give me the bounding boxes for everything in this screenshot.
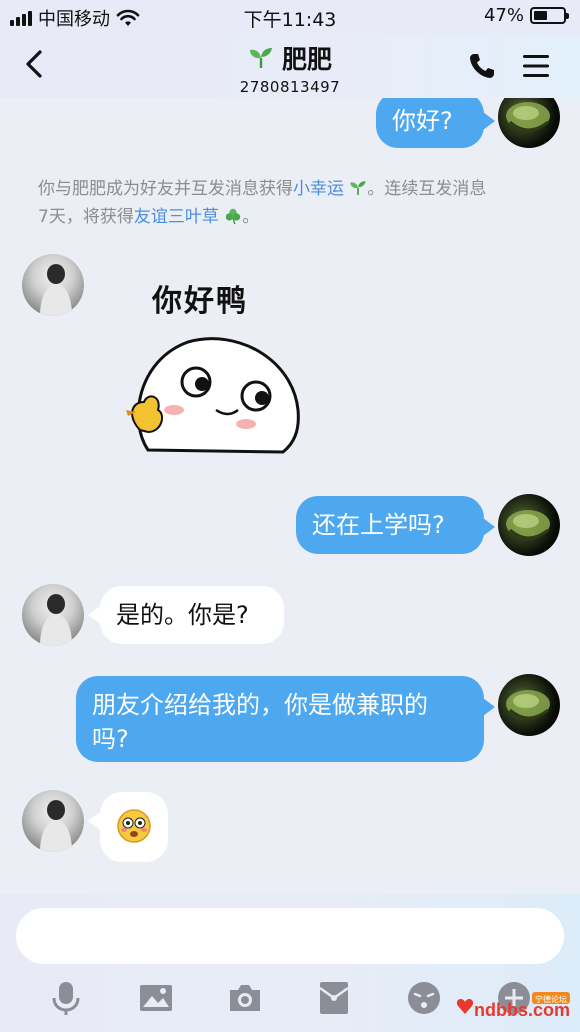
battery-icon — [530, 7, 569, 24]
watermark-badge: 宁德论坛 — [535, 994, 567, 1004]
contact-avatar[interactable] — [22, 790, 84, 852]
jellyfish-icon — [506, 690, 550, 720]
emoji-face-icon[interactable] — [406, 980, 442, 1016]
message-input[interactable] — [16, 908, 564, 964]
watermark-logo-icon: ndbbs.com 宁德论坛 — [456, 992, 570, 1020]
message-text: 还在上学吗? — [312, 511, 445, 539]
flushed-face-icon — [117, 809, 151, 843]
sprout-icon — [249, 48, 272, 68]
message-text: 你好? — [392, 107, 453, 135]
menu-button[interactable] — [520, 50, 552, 82]
contact-avatar[interactable] — [22, 254, 84, 316]
message-bubble-other[interactable] — [100, 792, 168, 862]
system-notice: 你与肥肥成为好友并互发消息获得小幸运 。连续互发消息 7天，将获得友谊三叶草 。 — [38, 179, 487, 227]
sticker-caption: 你好鸭 — [152, 284, 248, 319]
message-text-line: 吗? — [92, 725, 129, 753]
message-bubble-me[interactable]: 你好? — [376, 98, 484, 148]
clover-icon — [226, 208, 241, 225]
status-bar: 中国移动 下午11:43 47% — [0, 0, 580, 34]
sticker-message[interactable]: 你好鸭 — [118, 276, 308, 456]
my-avatar[interactable] — [498, 674, 560, 736]
person-photo-icon — [40, 264, 72, 316]
contact-avatar[interactable] — [22, 584, 84, 646]
contact-title: 肥肥 — [248, 40, 332, 76]
lucky-link[interactable]: 小幸运 — [293, 179, 344, 199]
my-avatar[interactable] — [498, 494, 560, 556]
message-text-line: 朋友介绍给我的，你是做兼职的 — [92, 691, 428, 719]
message-bubble-me[interactable]: 还在上学吗? — [296, 496, 484, 554]
jellyfish-icon — [506, 510, 550, 540]
person-photo-icon — [40, 594, 72, 646]
battery-percent: 47% — [483, 5, 524, 26]
cartoon-face-icon — [126, 337, 300, 454]
jellyfish-icon — [506, 102, 550, 132]
message-bubble-other[interactable]: 是的。你是? — [100, 586, 284, 644]
red-packet-icon[interactable] — [316, 980, 352, 1016]
battery-level — [534, 11, 548, 20]
phone-call-button[interactable] — [466, 50, 498, 82]
clover-link[interactable]: 友谊三叶草 — [134, 207, 219, 227]
status-right: 47% — [483, 5, 569, 26]
chat-area[interactable]: 你好? 你与肥肥成为好友并互发消息获得小幸运 。连续互发消息 7天，将获得友谊三… — [0, 98, 580, 894]
image-icon[interactable] — [138, 980, 174, 1016]
microphone-icon[interactable] — [48, 980, 84, 1016]
contact-name: 肥肥 — [281, 45, 332, 74]
message-bubble-me[interactable]: 朋友介绍给我的，你是做兼职的 吗? — [76, 676, 484, 762]
person-photo-icon — [40, 800, 72, 852]
site-watermark: ndbbs.com 宁德论坛 — [452, 990, 572, 1026]
chat-header: 肥肥 2780813497 — [0, 34, 580, 98]
camera-icon[interactable] — [227, 980, 263, 1016]
my-avatar[interactable] — [498, 98, 560, 148]
sprout-icon — [350, 181, 367, 195]
message-text: 是的。你是? — [116, 601, 249, 629]
